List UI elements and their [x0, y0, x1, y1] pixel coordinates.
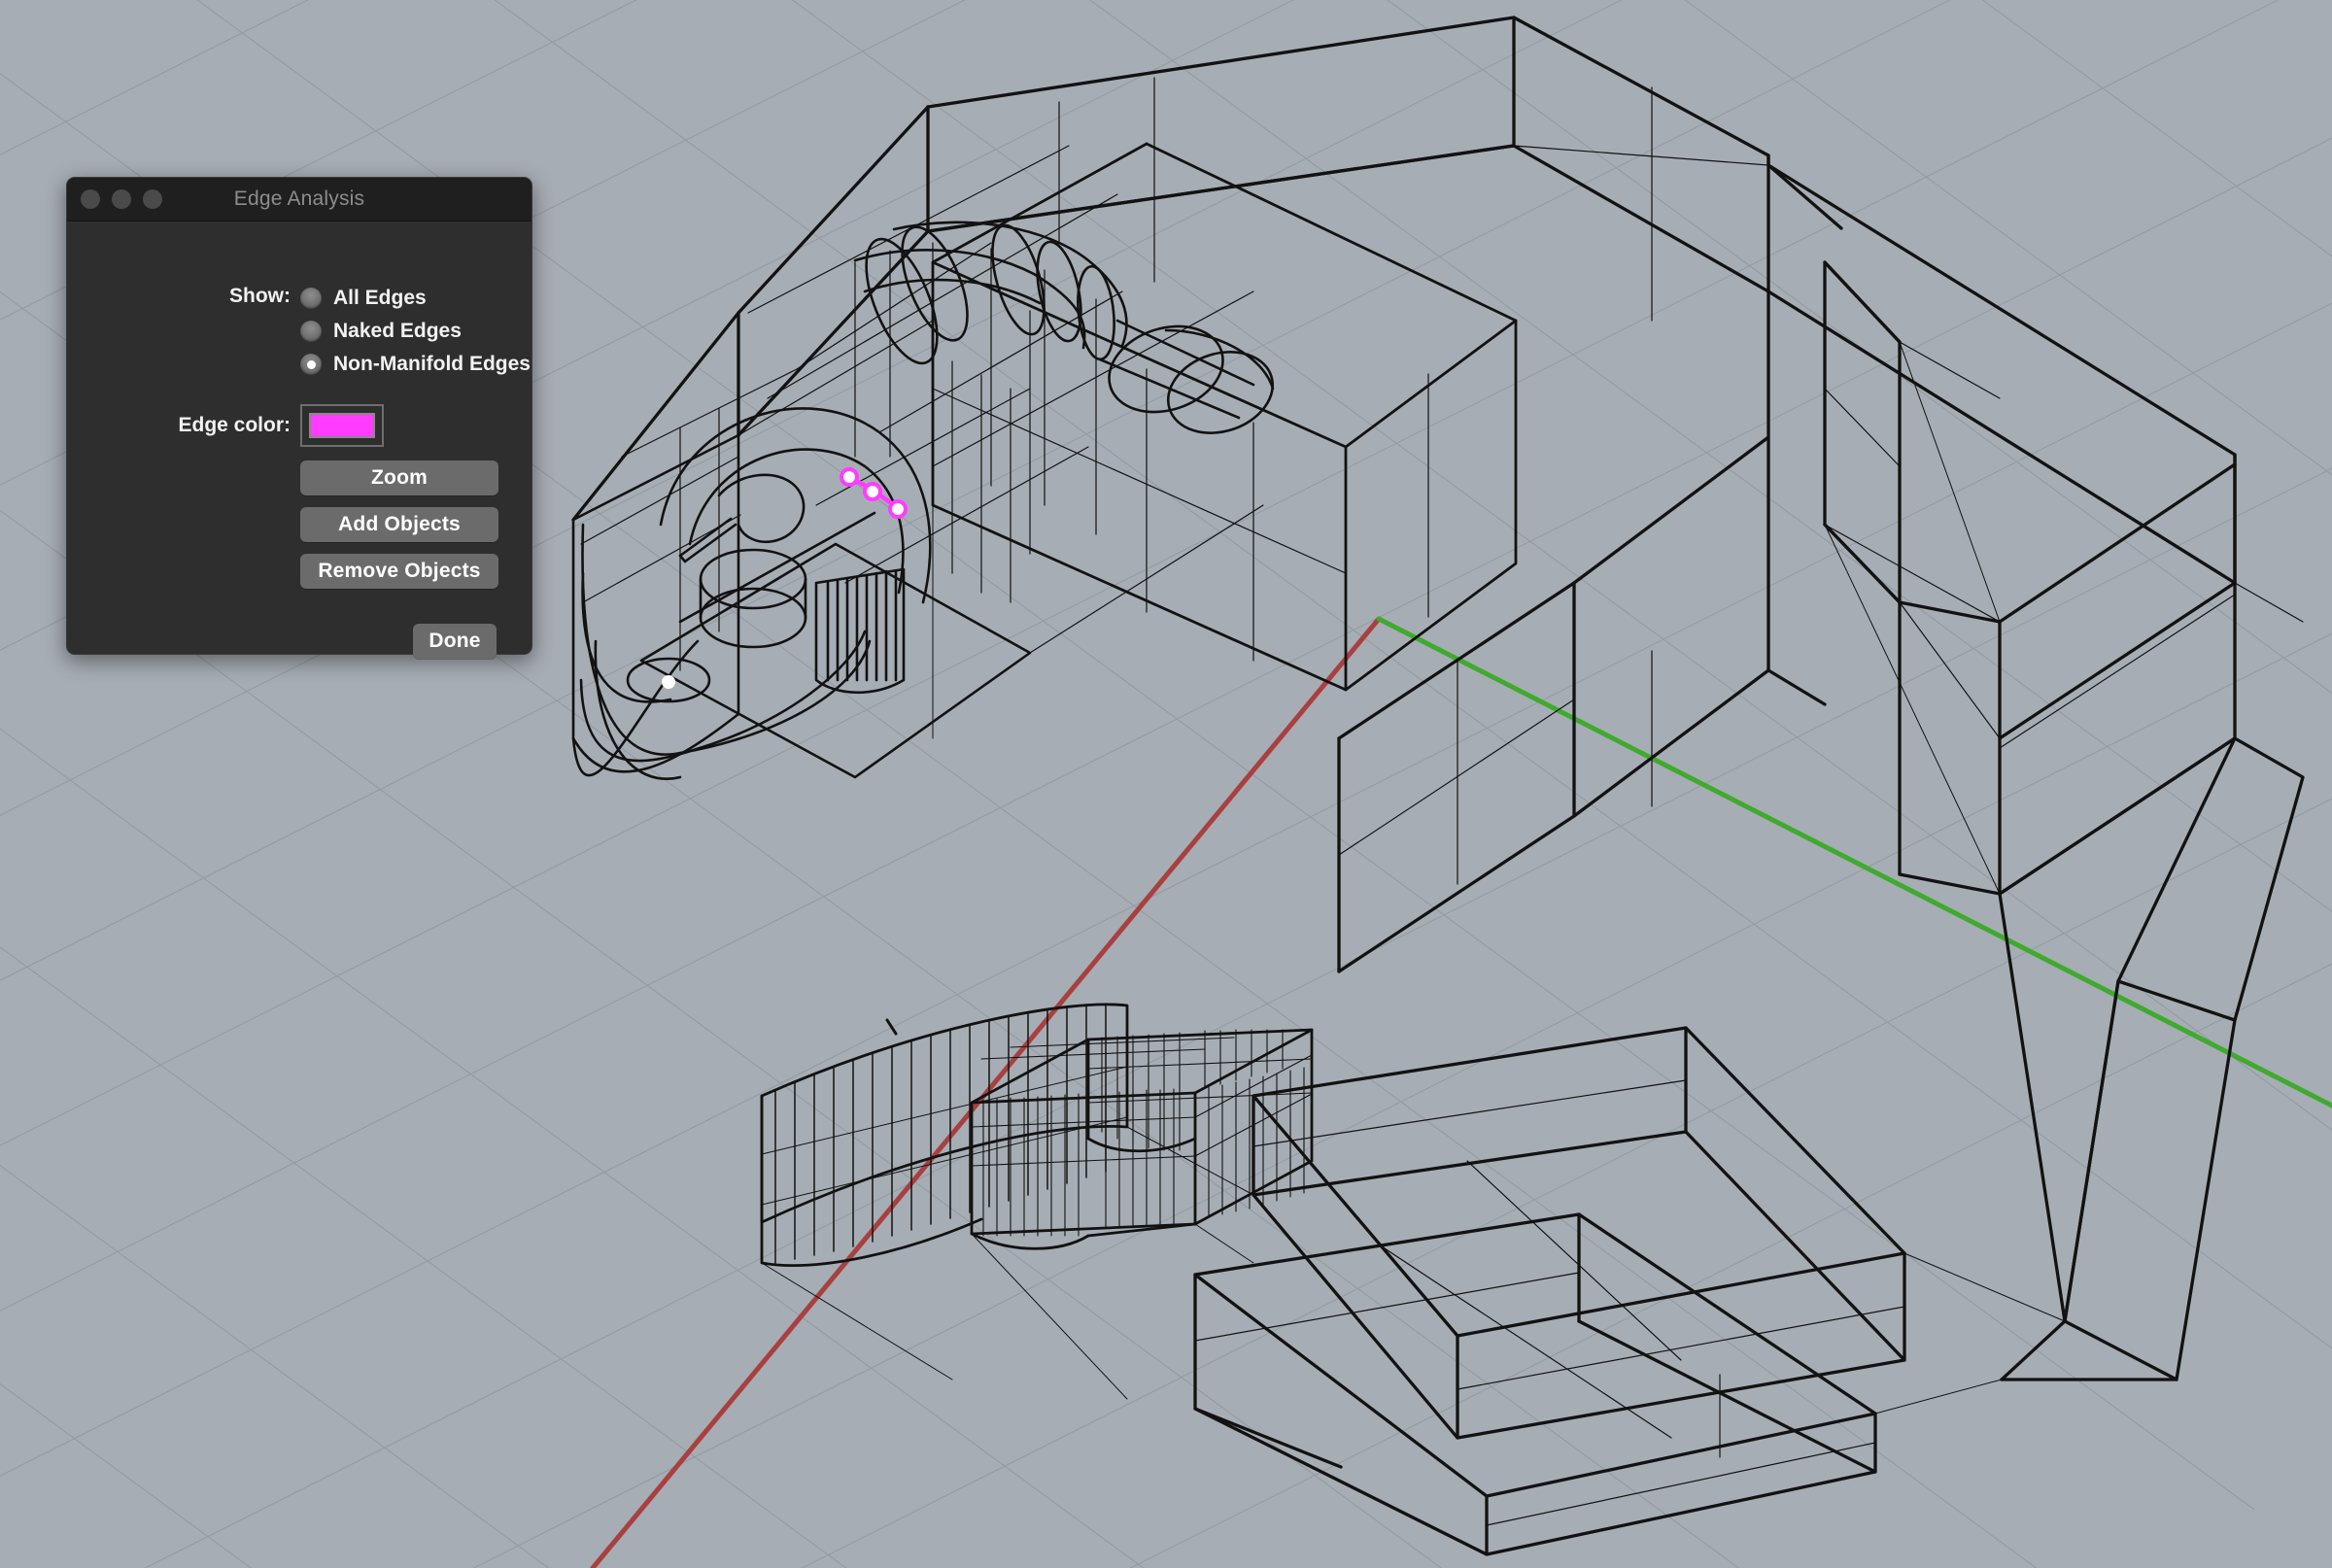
radio-all-edges[interactable]: All Edges [300, 282, 531, 315]
radio-non-manifold-edges-label: Non-Manifold Edges [333, 353, 531, 376]
dialog-title: Edge Analysis [67, 187, 532, 211]
edge-node-3 [890, 501, 906, 517]
dialog-body: Show: All Edges Naked Edges Non-Manifold… [67, 222, 532, 655]
show-label: Show: [67, 285, 291, 308]
radio-naked-edges[interactable]: Naked Edges [300, 315, 531, 348]
app-window: Edge Analysis Show: All Edges Naked Edge… [0, 0, 2332, 1568]
radio-all-edges-indicator[interactable] [300, 288, 322, 309]
remove-objects-button[interactable]: Remove Objects [300, 554, 498, 589]
edge-color-group: Edge color: [67, 404, 532, 447]
radio-naked-edges-indicator[interactable] [300, 321, 322, 342]
radio-naked-edges-label: Naked Edges [333, 320, 462, 343]
radio-non-manifold-edges[interactable]: Non-Manifold Edges [300, 348, 531, 381]
radio-non-manifold-edges-indicator[interactable] [300, 354, 322, 375]
edge-color-picker[interactable] [300, 404, 384, 447]
add-objects-button[interactable]: Add Objects [300, 507, 498, 542]
edge-node-1 [841, 469, 857, 485]
edge-node-2 [865, 484, 880, 499]
control-point [662, 675, 675, 689]
show-radio-group[interactable]: All Edges Naked Edges Non-Manifold Edges [300, 282, 531, 381]
radio-all-edges-label: All Edges [333, 287, 427, 310]
zoom-button[interactable]: Zoom [300, 460, 498, 495]
edge-color-label: Edge color: [67, 414, 291, 437]
done-button[interactable]: Done [413, 624, 497, 659]
dialog-titlebar[interactable]: Edge Analysis [67, 178, 532, 222]
edge-analysis-dialog[interactable]: Edge Analysis Show: All Edges Naked Edge… [66, 177, 532, 655]
edge-color-swatch[interactable] [309, 413, 375, 438]
